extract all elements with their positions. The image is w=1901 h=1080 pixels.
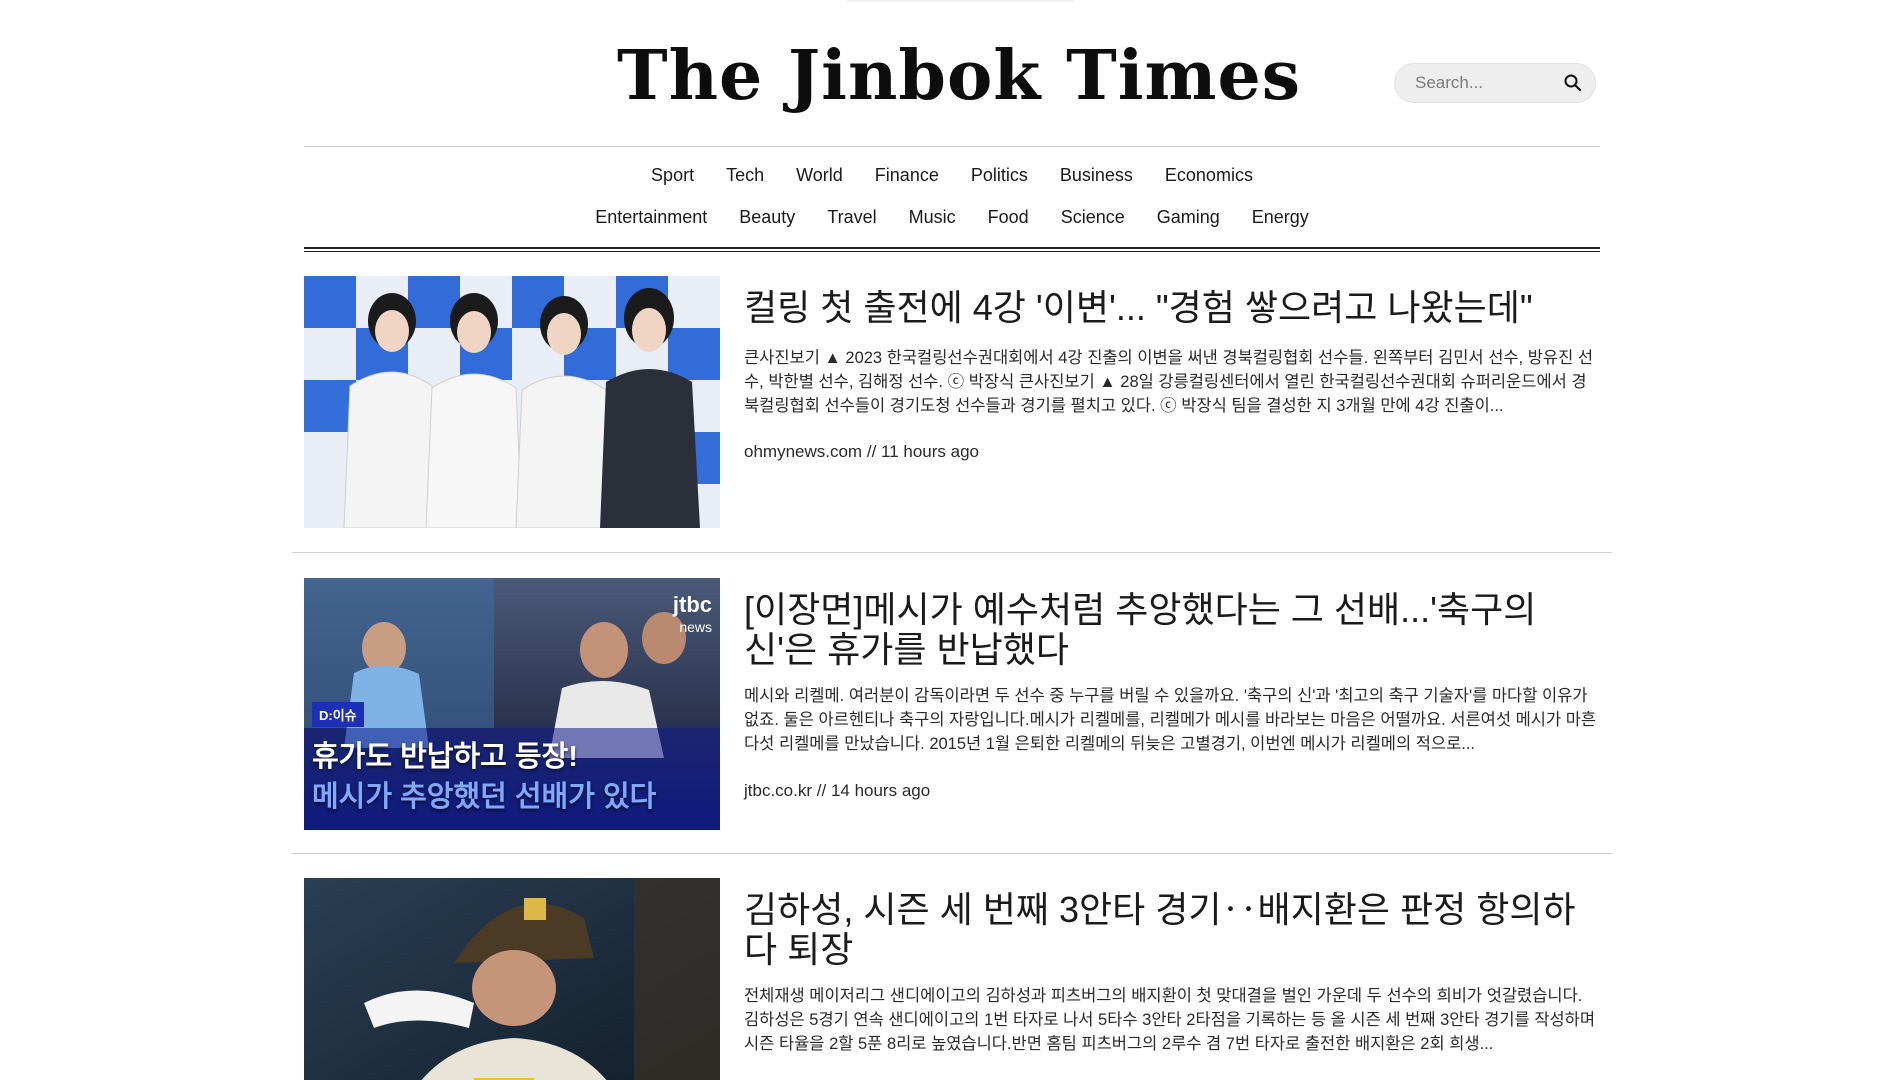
thumbnail-caption: 메시가 추앙했던 선배가 있다 bbox=[312, 781, 657, 813]
thumbnail-badge: D:이슈 bbox=[312, 702, 364, 727]
nav-item-sport[interactable]: Sport bbox=[635, 163, 710, 187]
thumbnail-caption: 휴가도 반납하고 등장! bbox=[312, 741, 578, 773]
article-card: 컬링 첫 출전에 4강 '이변'... "경험 쌓으려고 나왔는데" 큰사진보기… bbox=[304, 276, 1600, 528]
nav-item-economics[interactable]: Economics bbox=[1149, 163, 1269, 187]
meta-separator: // bbox=[866, 442, 882, 461]
nav-item-business[interactable]: Business bbox=[1044, 163, 1149, 187]
nav-item-finance[interactable]: Finance bbox=[859, 163, 955, 187]
article-divider bbox=[292, 552, 1612, 553]
news-logo-sub: news bbox=[679, 619, 712, 635]
nav-item-energy[interactable]: Energy bbox=[1236, 205, 1325, 229]
article-image[interactable] bbox=[304, 276, 720, 528]
masthead: The Jinbok Times bbox=[304, 0, 1600, 147]
article-source[interactable]: jtbc.co.kr bbox=[744, 781, 812, 800]
category-nav-row-2: Entertainment Beauty Travel Music Food S… bbox=[304, 205, 1600, 229]
article-summary: 메시와 리켈메. 여러분이 감독이라면 두 선수 중 누구를 버릴 수 있을까요… bbox=[744, 687, 1597, 753]
category-nav: Sport Tech World Finance Politics Busine… bbox=[304, 147, 1600, 247]
news-logo-text: jtbc bbox=[672, 592, 712, 617]
nav-item-tech[interactable]: Tech bbox=[710, 163, 780, 187]
article-meta: ohmynews.com // 11 hours ago bbox=[744, 442, 979, 462]
nav-item-science[interactable]: Science bbox=[1045, 205, 1141, 229]
search-icon[interactable] bbox=[1563, 73, 1583, 93]
article-card: jtbc news D:이슈 휴가도 반납하고 등장! 메시가 추앙했던 선배가… bbox=[304, 578, 1600, 830]
search-input[interactable] bbox=[1413, 72, 1567, 94]
article-time: 11 hours ago bbox=[881, 442, 979, 461]
meta-separator: // bbox=[816, 781, 831, 800]
article-card: 김하성, 시즌 세 번째 3안타 경기‥배지환은 판정 항의하다 퇴장 전체재생… bbox=[304, 878, 1600, 1080]
search-box bbox=[1394, 63, 1596, 103]
article-time: 14 hours ago bbox=[830, 781, 931, 800]
nav-item-world[interactable]: World bbox=[780, 163, 859, 187]
category-nav-row-1: Sport Tech World Finance Politics Busine… bbox=[304, 163, 1600, 187]
nav-divider bbox=[304, 247, 1600, 252]
nav-item-beauty[interactable]: Beauty bbox=[723, 205, 811, 229]
page: The Jinbok Times Sport Tech World Financ… bbox=[0, 0, 1901, 1080]
site-logo[interactable]: The Jinbok Times bbox=[617, 28, 1300, 124]
nav-item-travel[interactable]: Travel bbox=[811, 205, 892, 229]
article-headline[interactable]: 김하성, 시즌 세 번째 3안타 경기‥배지환은 판정 항의하다 퇴장 bbox=[744, 890, 1600, 970]
article-image[interactable] bbox=[304, 878, 720, 1080]
article-source[interactable]: ohmynews.com bbox=[744, 442, 862, 461]
article-image[interactable]: jtbc news D:이슈 휴가도 반납하고 등장! 메시가 추앙했던 선배가… bbox=[304, 578, 720, 830]
article-summary: 전체재생 메이저리그 샌디에이고의 김하성과 피츠버그의 배지환이 첫 맞대결을… bbox=[744, 987, 1596, 1053]
nav-item-music[interactable]: Music bbox=[893, 205, 972, 229]
nav-item-politics[interactable]: Politics bbox=[955, 163, 1044, 187]
article-summary: 큰사진보기 ▲ 2023 한국컬링선수권대회에서 4강 진출의 이변을 써낸 경… bbox=[744, 349, 1594, 415]
nav-item-food[interactable]: Food bbox=[972, 205, 1045, 229]
article-meta: jtbc.co.kr // 14 hours ago bbox=[744, 781, 930, 801]
article-divider bbox=[292, 853, 1612, 854]
article-headline[interactable]: [이장면]메시가 예수처럼 추앙했다는 그 선배...'축구의 신'은 휴가를 … bbox=[744, 590, 1600, 670]
nav-item-gaming[interactable]: Gaming bbox=[1141, 205, 1236, 229]
article-headline[interactable]: 컬링 첫 출전에 4강 '이변'... "경험 쌓으려고 나왔는데" bbox=[744, 288, 1600, 328]
news-logo: jtbc news bbox=[673, 594, 712, 638]
nav-item-entertainment[interactable]: Entertainment bbox=[579, 205, 723, 229]
